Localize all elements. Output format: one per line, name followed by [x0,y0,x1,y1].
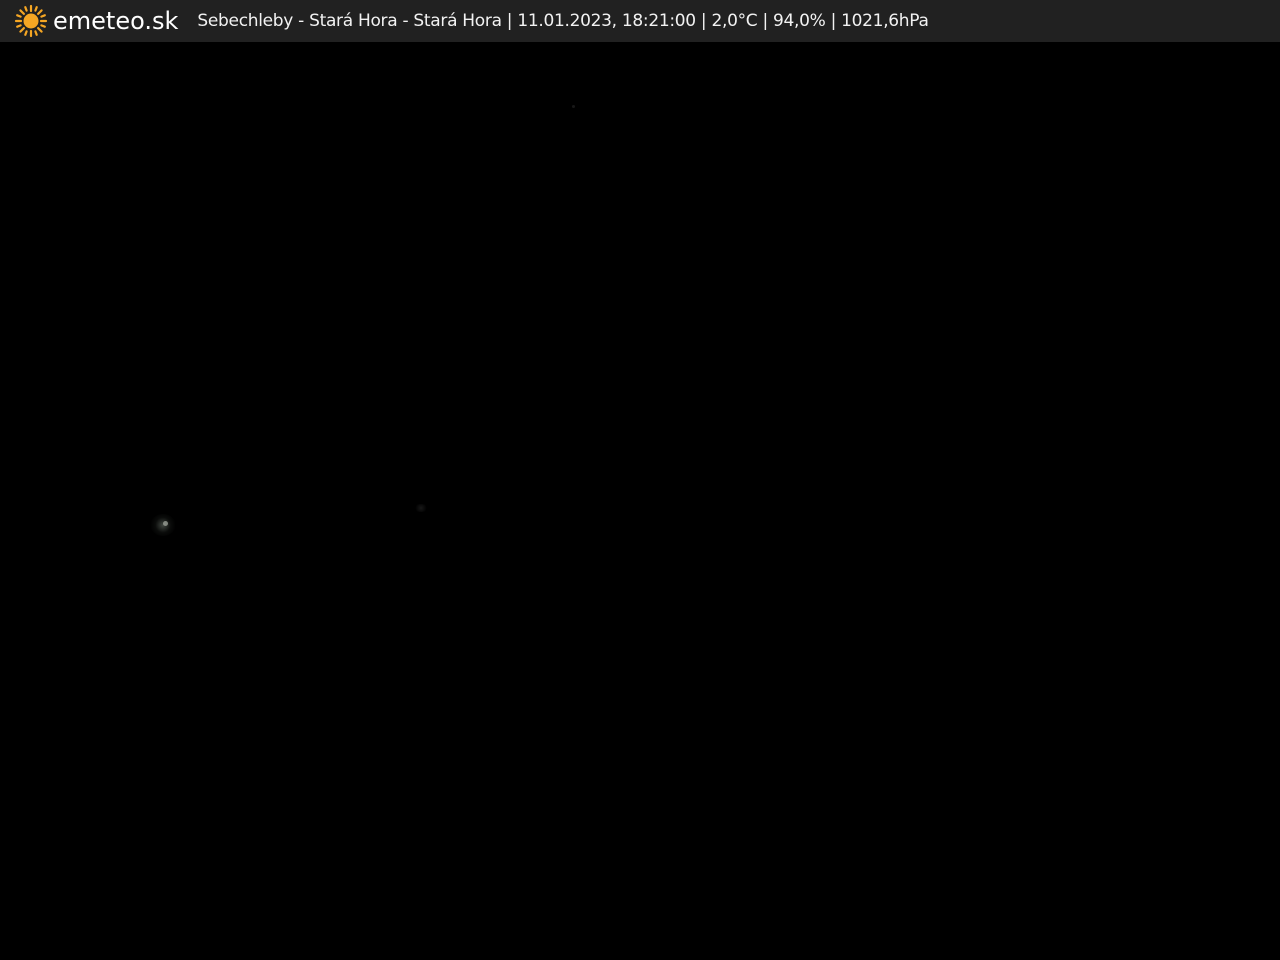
header-bar: emeteo.sk Sebechleby - Stará Hora - Star… [0,0,1280,42]
sun-icon [14,4,48,38]
faint-light [414,504,428,512]
station-caption: Sebechleby - Stará Hora - Stará Hora | 1… [197,11,929,31]
webcam-image [0,42,1280,960]
distant-light-core [163,521,168,526]
faint-speck [572,105,575,108]
webcam-frame: emeteo.sk Sebechleby - Stará Hora - Star… [0,0,1280,960]
site-logo-text[interactable]: emeteo.sk [53,7,178,35]
